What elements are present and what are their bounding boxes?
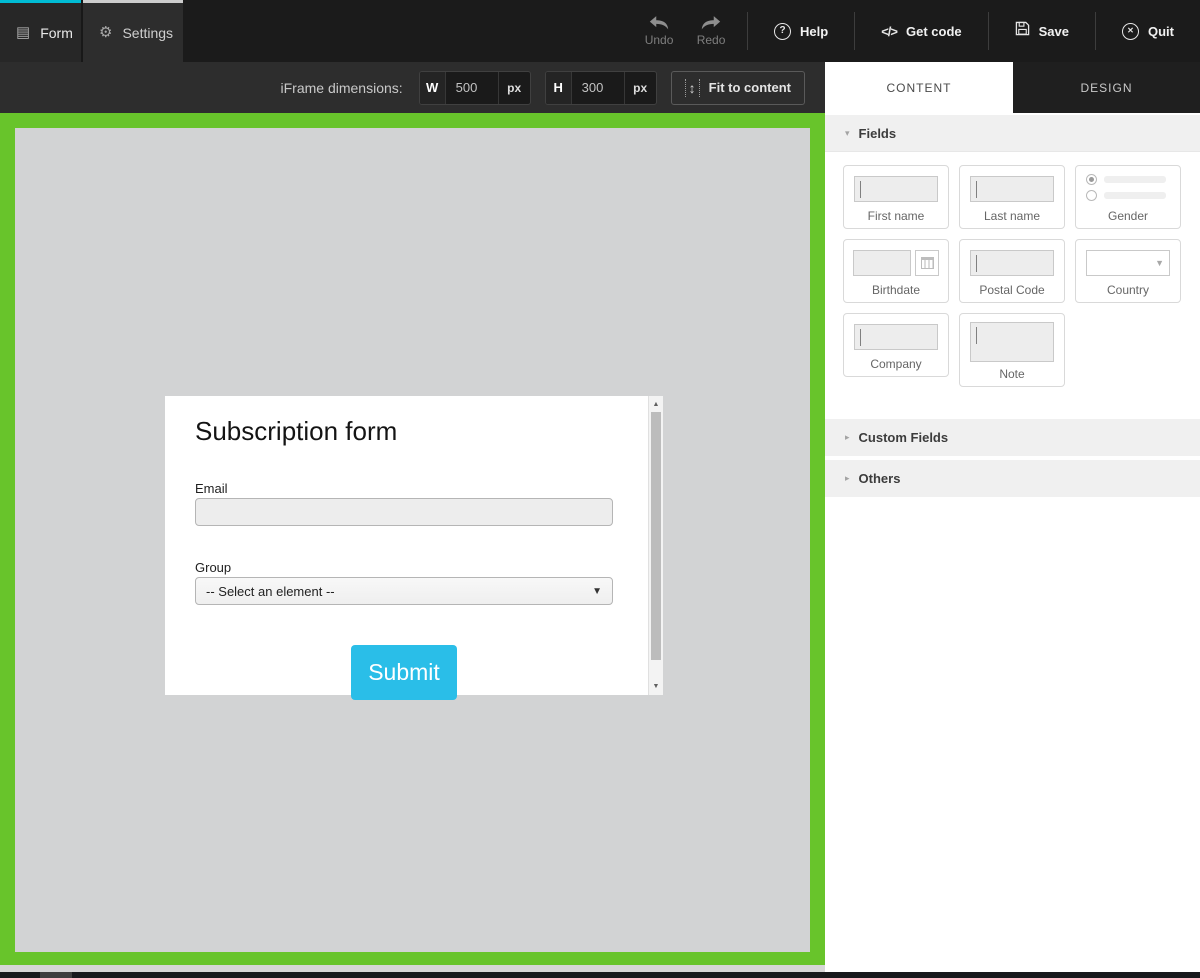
submit-button[interactable]: Submit	[351, 645, 457, 700]
undo-label: Undo	[645, 33, 674, 47]
get-code-label: Get code	[906, 24, 962, 39]
chevron-down-icon: ▼	[1155, 258, 1164, 268]
horizontal-scrollbar[interactable]	[0, 972, 1200, 978]
fit-to-content-button[interactable]: ↕ Fit to content	[671, 71, 805, 105]
form-canvas: Subscription form Email Group -- Select …	[0, 113, 825, 965]
redo-icon	[700, 15, 722, 30]
calendar-icon	[915, 250, 939, 276]
main-tab-strip: ▤ Form ⚙ Settings	[0, 0, 183, 62]
field-card-gender[interactable]: Gender	[1075, 165, 1181, 229]
field-card-note[interactable]: Note	[959, 313, 1065, 387]
radio-checked-icon	[1086, 174, 1097, 185]
quit-icon: ✕	[1122, 23, 1139, 40]
width-unit-label: px	[498, 72, 530, 104]
height-input-group: H 300 px	[545, 71, 657, 105]
help-icon: ?	[774, 23, 791, 40]
field-card-country[interactable]: ▼ Country	[1075, 239, 1181, 303]
width-key-label: W	[420, 72, 446, 104]
field-card-birthdate[interactable]: Birthdate	[843, 239, 949, 303]
field-card-last-name[interactable]: Last name	[959, 165, 1065, 229]
tab-settings-label: Settings	[122, 25, 173, 41]
save-button[interactable]: Save	[999, 0, 1085, 62]
divider	[1095, 12, 1096, 50]
height-key-label: H	[546, 72, 572, 104]
canvas-bottom-strip	[0, 965, 825, 972]
divider	[854, 12, 855, 50]
chevron-down-icon: ▼	[592, 586, 602, 597]
chevron-collapsed-icon: ▸	[845, 473, 850, 484]
height-unit-label: px	[624, 72, 656, 104]
form-preview: Subscription form Email Group -- Select …	[165, 396, 663, 695]
code-icon: </>	[881, 24, 897, 39]
undo-button[interactable]: Undo	[633, 15, 685, 47]
field-card-company[interactable]: Company	[843, 313, 949, 377]
email-field[interactable]	[195, 498, 613, 526]
scroll-down-icon[interactable]: ▼	[649, 683, 663, 690]
save-label: Save	[1039, 24, 1069, 39]
iframe-dimensions-label: iFrame dimensions:	[281, 80, 403, 96]
chevron-expanded-icon: ▾	[845, 128, 850, 139]
fit-to-content-icon: ↕	[685, 79, 700, 97]
email-label[interactable]: Email	[195, 481, 613, 496]
text-input-thumbnail	[970, 250, 1054, 276]
group-select[interactable]: -- Select an element -- ▼	[195, 577, 613, 605]
tab-settings[interactable]: ⚙ Settings	[83, 0, 183, 62]
field-widgets: First name Last name Gender Birthdate Po…	[825, 152, 1200, 387]
section-custom-fields[interactable]: ▸ Custom Fields	[825, 419, 1200, 456]
gear-icon: ⚙	[99, 25, 112, 40]
field-card-postal-code[interactable]: Postal Code	[959, 239, 1065, 303]
undo-icon	[648, 15, 670, 30]
form-title[interactable]: Subscription form	[195, 416, 613, 447]
tab-design[interactable]: DESIGN	[1013, 62, 1200, 113]
date-input-thumbnail	[844, 250, 948, 276]
redo-label: Redo	[697, 33, 726, 47]
header-actions: Undo Redo ? Help </> Get code Save ✕	[633, 0, 1200, 62]
quit-button[interactable]: ✕ Quit	[1106, 0, 1190, 62]
save-icon	[1015, 21, 1030, 41]
text-input-thumbnail	[854, 176, 938, 202]
tab-form[interactable]: ▤ Form	[0, 0, 81, 62]
text-input-thumbnail	[854, 324, 938, 350]
iframe-dimensions-toolbar: iFrame dimensions: W 500 px H 300 px ↕ F…	[0, 62, 825, 113]
form-scrollbar[interactable]: ▲ ▼	[648, 396, 663, 695]
form-card[interactable]: Subscription form Email Group -- Select …	[165, 396, 648, 695]
section-others-label: Others	[859, 471, 901, 486]
radio-thumbnail	[1076, 166, 1180, 201]
group-select-value: -- Select an element --	[206, 584, 335, 599]
get-code-button[interactable]: </> Get code	[865, 0, 977, 62]
width-input-group: W 500 px	[419, 71, 531, 105]
section-others[interactable]: ▸ Others	[825, 460, 1200, 497]
radio-unchecked-icon	[1086, 190, 1097, 201]
quit-label: Quit	[1148, 24, 1174, 39]
help-label: Help	[800, 24, 828, 39]
divider	[988, 12, 989, 50]
redo-button[interactable]: Redo	[685, 15, 737, 47]
select-thumbnail: ▼	[1086, 250, 1170, 276]
chevron-collapsed-icon: ▸	[845, 432, 850, 443]
text-input-thumbnail	[970, 176, 1054, 202]
content-panel: ▾ Fields First name Last name Gender Bir…	[825, 113, 1200, 972]
divider	[747, 12, 748, 50]
field-card-first-name[interactable]: First name	[843, 165, 949, 229]
group-label[interactable]: Group	[195, 560, 613, 575]
tab-content[interactable]: CONTENT	[825, 62, 1013, 113]
scroll-up-icon[interactable]: ▲	[649, 401, 663, 408]
section-fields-label: Fields	[859, 126, 897, 141]
fit-to-content-label: Fit to content	[709, 80, 791, 95]
width-input[interactable]: 500	[446, 72, 498, 104]
tab-form-label: Form	[40, 25, 73, 41]
section-custom-fields-label: Custom Fields	[859, 430, 949, 445]
horizontal-scrollbar-thumb[interactable]	[40, 972, 72, 978]
height-input[interactable]: 300	[572, 72, 624, 104]
section-fields[interactable]: ▾ Fields	[825, 115, 1200, 152]
form-icon: ▤	[16, 25, 30, 40]
scrollbar-thumb[interactable]	[651, 412, 661, 660]
help-button[interactable]: ? Help	[758, 0, 844, 62]
textarea-thumbnail	[970, 322, 1054, 362]
top-header: ▤ Form ⚙ Settings Undo Redo ? Help	[0, 0, 1200, 62]
